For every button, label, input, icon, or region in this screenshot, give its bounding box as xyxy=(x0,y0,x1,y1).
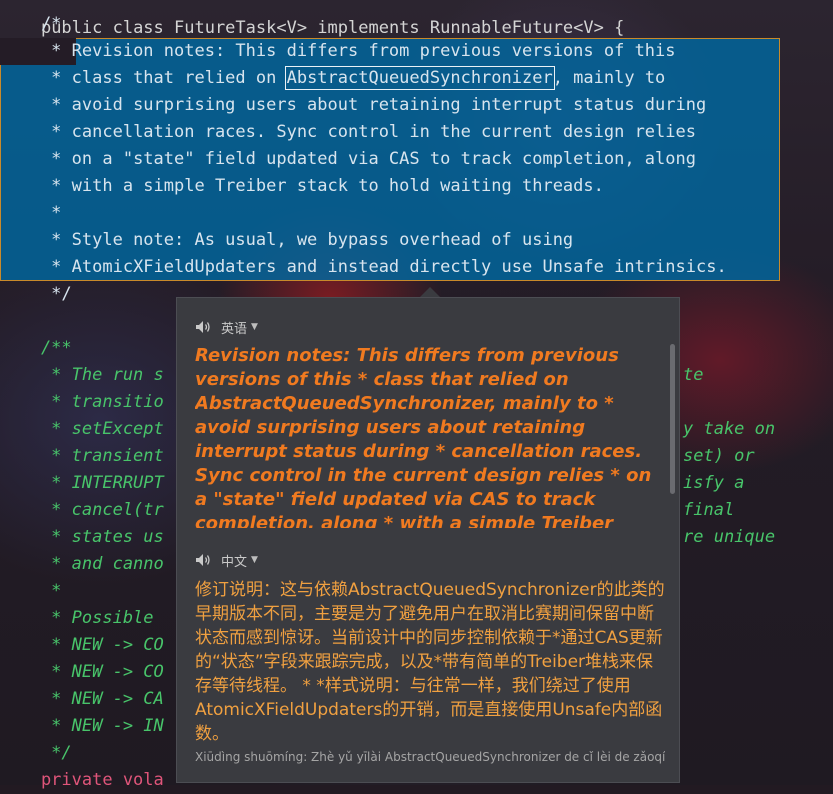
chevron-down-icon[interactable]: ▼ xyxy=(251,555,258,565)
javadoc-line: * cancel(tr xyxy=(0,500,164,520)
javadoc-line: * transient xyxy=(0,446,164,466)
comment-line: * with a simple Treiber stack to hold wa… xyxy=(0,176,604,196)
comment-line: * on a "state" field updated via CAS to … xyxy=(0,149,696,169)
source-text: Revision notes: This differs from previo… xyxy=(195,345,652,528)
class-decl-text: public class FutureTask<V> implements Ru… xyxy=(40,18,625,38)
comment-text: , mainly to xyxy=(552,68,666,88)
javadoc-line: * Possible xyxy=(0,608,164,628)
javadoc-fragment: y take on xyxy=(683,419,776,439)
javadoc-line: * NEW -> CO xyxy=(0,662,164,682)
javadoc-fragment: re unique xyxy=(683,527,776,547)
javadoc-fragment: isfy a xyxy=(683,473,745,493)
comment-text: cancellation races. Sync control in the … xyxy=(71,122,696,142)
code-line-field: private vola xyxy=(0,767,164,794)
javadoc-line: * and canno xyxy=(0,554,164,574)
source-lang-row[interactable]: 英语 ▼ xyxy=(195,317,258,337)
comment-line: * Style note: As usual, we bypass overhe… xyxy=(0,230,574,250)
pinyin-text: Xiūdìng shuōmíng: Zhè yǔ yīlài AbstractQ… xyxy=(195,750,665,764)
speaker-icon[interactable] xyxy=(195,320,211,334)
translation-popup: 英语 ▼ Revision notes: This differs from p… xyxy=(176,297,680,783)
javadoc-fragment: final xyxy=(683,500,735,520)
comment-line: * class that relied on AbstractQueuedSyn… xyxy=(0,66,666,90)
highlighted-class-name[interactable]: AbstractQueuedSynchronizer xyxy=(284,66,555,90)
comment-close: */ xyxy=(0,284,72,304)
target-lang-select[interactable]: 中文 xyxy=(221,551,247,570)
speaker-icon[interactable] xyxy=(195,553,211,567)
scrollbar[interactable] xyxy=(670,344,675,494)
javadoc-fragment: te xyxy=(683,365,704,385)
code-line-class-decl: public class FutureTask<V> implements Ru… xyxy=(0,0,624,38)
target-lang-row[interactable]: 中文 ▼ xyxy=(195,550,258,570)
javadoc-open: /** xyxy=(0,338,72,358)
comment-line: * xyxy=(0,203,62,223)
javadoc-line: * INTERRUPT xyxy=(0,473,164,493)
javadoc-close: */ xyxy=(0,743,72,763)
comment-line: * cancellation races. Sync control in th… xyxy=(0,122,696,142)
javadoc-line: * transitio xyxy=(0,392,164,412)
javadoc-line: * NEW -> IN xyxy=(0,716,164,736)
chevron-down-icon[interactable]: ▼ xyxy=(251,322,258,332)
source-lang-select[interactable]: 英语 xyxy=(221,318,247,337)
javadoc-line: * states us xyxy=(0,527,164,547)
field-decl-text: private vola xyxy=(0,770,164,790)
comment-line: * avoid surprising users about retaining… xyxy=(0,95,707,115)
javadoc-line: * The run s xyxy=(0,365,164,385)
comment-text: Style note: As usual, we bypass overhead… xyxy=(71,230,574,250)
comment-text: AtomicXFieldUpdaters and instead directl… xyxy=(71,257,727,277)
translation-text: 修订说明：这与依赖AbstractQueuedSynchronizer的此类的早… xyxy=(195,580,665,744)
comment-text: on a "state" field updated via CAS to tr… xyxy=(71,149,696,169)
javadoc-line: * NEW -> CA xyxy=(0,689,164,709)
javadoc-fragment: set) or xyxy=(683,446,755,466)
comment-open: /* xyxy=(0,14,62,34)
comment-text: class that relied on xyxy=(71,68,287,88)
javadoc-line: * NEW -> CO xyxy=(0,635,164,655)
popup-pointer xyxy=(420,287,440,297)
comment-text: with a simple Treiber stack to hold wait… xyxy=(71,176,604,196)
comment-text: avoid surprising users about retaining i… xyxy=(71,95,707,115)
comment-line: * AtomicXFieldUpdaters and instead direc… xyxy=(0,257,727,277)
javadoc-line: * xyxy=(0,581,62,601)
comment-text: Revision notes: This differs from previo… xyxy=(71,41,676,61)
javadoc-line: * setExcept xyxy=(0,419,164,439)
comment-line: * Revision notes: This differs from prev… xyxy=(0,41,676,61)
